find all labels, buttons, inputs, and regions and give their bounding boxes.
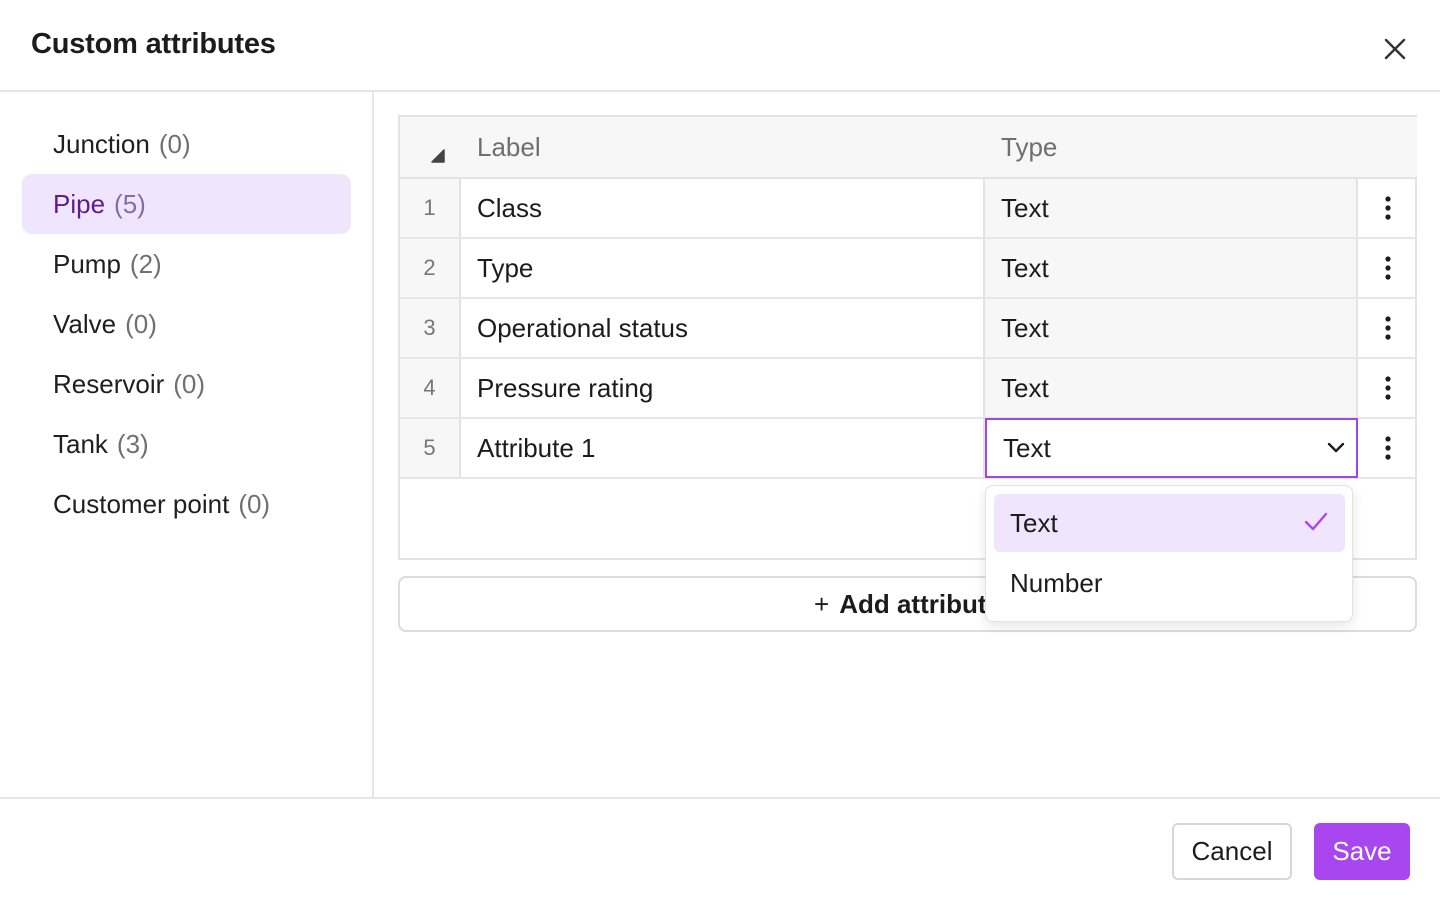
table-row: 4 Pressure rating Text — [400, 359, 1417, 419]
element-type-sidebar: Junction (0) Pipe (5) Pump (2) Valve (0)… — [0, 92, 374, 798]
dialog-header: Custom attributes — [0, 0, 1440, 92]
chevron-down-icon — [1327, 442, 1345, 453]
label-cell[interactable]: Type — [461, 239, 985, 297]
save-button[interactable]: Save — [1314, 823, 1410, 880]
type-select[interactable]: Text — [985, 418, 1358, 478]
option-label: Number — [1010, 567, 1103, 598]
type-cell[interactable]: Text — [985, 239, 1358, 297]
type-cell[interactable]: Text — [985, 359, 1358, 417]
dialog-title: Custom attributes — [31, 28, 276, 60]
row-number: 4 — [400, 359, 461, 417]
row-menu-button[interactable] — [1358, 419, 1417, 477]
sort-triangle-icon[interactable] — [431, 149, 445, 163]
sidebar-item-label: Reservoir — [53, 368, 165, 399]
table-row: 5 Attribute 1 Text — [400, 418, 1417, 479]
row-number: 5 — [400, 419, 461, 477]
sidebar-item-count: (0) — [238, 488, 271, 519]
dropdown-option-number[interactable]: Number — [994, 554, 1345, 612]
table-header: Label Type — [400, 117, 1417, 179]
check-icon — [1304, 512, 1328, 531]
cancel-button[interactable]: Cancel — [1172, 823, 1292, 880]
row-number: 3 — [400, 299, 461, 357]
option-label: Text — [1010, 507, 1058, 538]
dropdown-option-text[interactable]: Text — [994, 494, 1345, 552]
sidebar-item-junction[interactable]: Junction (0) — [22, 114, 351, 174]
row-menu-button[interactable] — [1358, 179, 1417, 237]
sidebar-item-label: Tank — [53, 428, 108, 459]
sidebar-item-count: (2) — [129, 248, 162, 279]
sidebar-item-label: Customer point — [53, 488, 230, 519]
close-icon — [1384, 38, 1406, 60]
kebab-menu-icon — [1384, 436, 1391, 460]
sidebar-item-reservoir[interactable]: Reservoir (0) — [22, 354, 351, 414]
kebab-menu-icon — [1384, 316, 1391, 340]
kebab-menu-icon — [1384, 256, 1391, 280]
sidebar-item-count: (5) — [114, 188, 146, 219]
sidebar-item-count: (0) — [158, 128, 191, 159]
plus-icon: + — [814, 588, 830, 619]
column-header-label[interactable]: Label — [477, 132, 541, 163]
sidebar-item-count: (0) — [125, 308, 157, 339]
sidebar-item-count: (0) — [173, 368, 206, 399]
add-attribute-label: Add attribute — [839, 588, 1001, 619]
label-cell[interactable]: Attribute 1 — [461, 419, 985, 477]
kebab-menu-icon — [1384, 196, 1391, 220]
kebab-menu-icon — [1384, 376, 1391, 400]
sidebar-item-label: Pipe — [53, 188, 106, 219]
type-dropdown-menu: Text Number — [985, 485, 1353, 622]
label-cell[interactable]: Operational status — [461, 299, 985, 357]
row-menu-button[interactable] — [1358, 239, 1417, 297]
sidebar-item-pump[interactable]: Pump (2) — [22, 234, 351, 294]
column-header-type[interactable]: Type — [1001, 132, 1057, 163]
label-cell[interactable]: Pressure rating — [461, 359, 985, 417]
sidebar-item-label: Junction — [53, 128, 150, 159]
row-menu-button[interactable] — [1358, 299, 1417, 357]
table-row: 3 Operational status Text — [400, 299, 1417, 359]
sidebar-item-label: Valve — [53, 308, 117, 339]
row-number: 1 — [400, 179, 461, 237]
sidebar-item-customer-point[interactable]: Customer point (0) — [22, 474, 351, 534]
sidebar-item-valve[interactable]: Valve (0) — [22, 294, 351, 354]
label-cell[interactable]: Class — [461, 179, 985, 237]
close-button[interactable] — [1378, 32, 1412, 66]
type-select-value: Text — [1003, 432, 1051, 463]
table-row: 2 Type Text — [400, 239, 1417, 299]
type-cell[interactable]: Text — [985, 299, 1358, 357]
sidebar-item-label: Pump — [53, 248, 121, 279]
sidebar-item-count: (3) — [116, 428, 149, 459]
sidebar-item-tank[interactable]: Tank (3) — [22, 414, 351, 474]
table-row: 1 Class Text — [400, 179, 1417, 239]
row-menu-button[interactable] — [1358, 359, 1417, 417]
dialog-footer: Cancel Save — [0, 797, 1440, 900]
custom-attributes-dialog: Custom attributes Junction (0) Pipe (5) … — [0, 0, 1440, 900]
type-cell[interactable]: Text — [985, 179, 1358, 237]
sidebar-item-pipe[interactable]: Pipe (5) — [22, 174, 351, 234]
row-number: 2 — [400, 239, 461, 297]
